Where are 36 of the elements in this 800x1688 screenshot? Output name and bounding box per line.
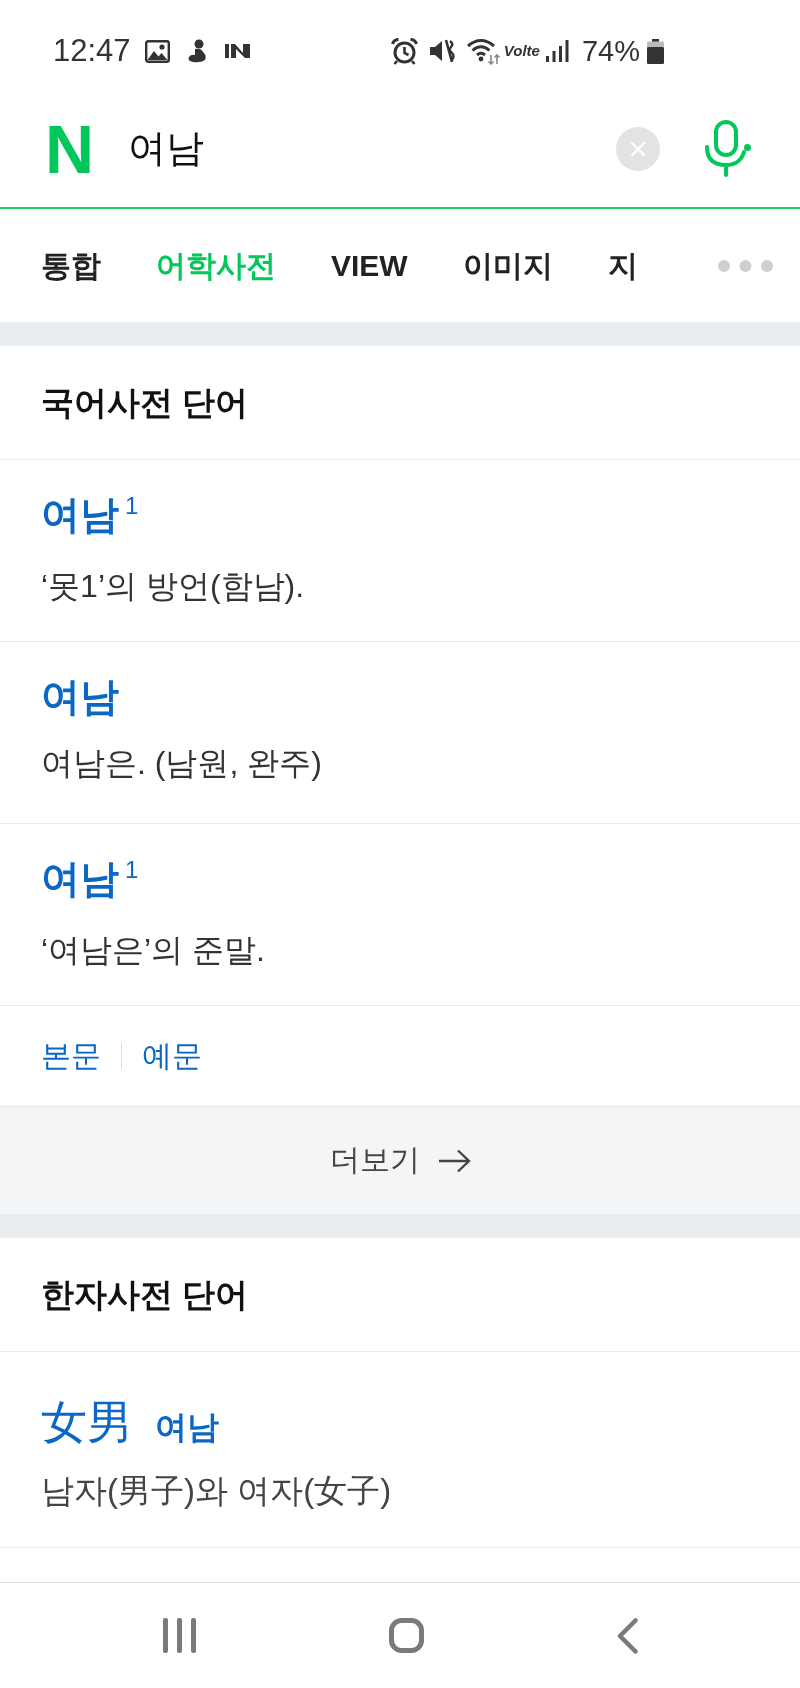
arrow-right-icon [437, 1148, 471, 1173]
dictionary-link[interactable]: 예문 [142, 1036, 202, 1076]
definition-text: 여남은. (남원, 완주) [41, 744, 323, 783]
reading-text: 여남 [155, 1408, 219, 1447]
search-field[interactable]: 여남 [128, 123, 616, 174]
tab[interactable]: 지 [607, 245, 638, 286]
battery-icon [647, 38, 664, 64]
microphone-icon[interactable] [704, 120, 752, 177]
section-title: 한자사전 단어 [41, 1274, 249, 1315]
recent-apps-icon[interactable] [162, 1618, 196, 1653]
wifi-icon [465, 37, 502, 65]
tab[interactable]: 이미지 [462, 245, 553, 286]
section-title: 국어사전 단어 [41, 382, 249, 423]
headword-link[interactable]: 여남 [41, 672, 119, 722]
speaker-icon [428, 38, 455, 64]
figure-icon [186, 39, 209, 63]
headword-link[interactable]: 여남$^{1}$ [41, 854, 139, 909]
network-label: Volte [503, 42, 540, 60]
back-icon[interactable] [616, 1617, 638, 1654]
headword-link[interactable]: 여남$^{1}$ [41, 490, 139, 545]
more-button[interactable]: 더보기 [0, 1106, 800, 1214]
hanja-link[interactable]: 女男 [41, 1392, 133, 1452]
close-icon [630, 140, 646, 157]
battery-percent: 74% [581, 34, 640, 68]
definition-text: 남자(男子)와 여자(女子) [41, 1471, 393, 1511]
image-icon [144, 39, 170, 63]
dictionary-link[interactable]: 본문 [41, 1036, 101, 1076]
notification-icon [224, 44, 250, 58]
alarm-clock-icon [390, 37, 418, 65]
home-icon[interactable] [388, 1618, 424, 1653]
tab[interactable]: VIEW [331, 245, 408, 286]
definition-text: ‘못1’의 방언(함남). [41, 567, 306, 606]
signal-icon [545, 40, 569, 62]
tab[interactable]: 통합 [41, 245, 101, 286]
definition-text: ‘여남은’의 준말. [41, 931, 266, 970]
status-time: 12:47 [53, 33, 131, 69]
